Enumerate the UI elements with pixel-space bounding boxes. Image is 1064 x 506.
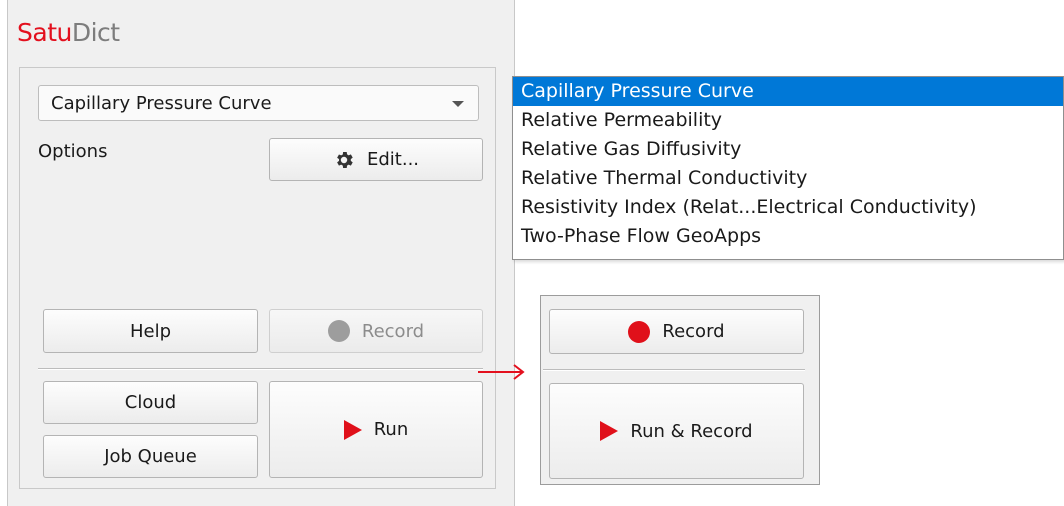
run-and-record-label: Run & Record xyxy=(630,420,753,442)
chevron-down-icon xyxy=(452,101,464,107)
play-icon xyxy=(600,421,619,441)
job-queue-label: Job Queue xyxy=(104,446,197,467)
dropdown-option[interactable]: Relative Permeability xyxy=(513,106,1063,135)
cloud-label: Cloud xyxy=(124,392,177,413)
record-button[interactable]: Record xyxy=(549,309,804,354)
play-icon xyxy=(343,419,362,440)
record-label: Record xyxy=(662,321,725,342)
run-and-record-button[interactable]: Run & Record xyxy=(549,383,804,479)
cloud-button[interactable]: Cloud xyxy=(43,381,258,424)
help-button[interactable]: Help xyxy=(43,309,258,353)
plugin-selector-value: Capillary Pressure Curve xyxy=(51,93,272,114)
dropdown-option[interactable]: Relative Gas Diffusivity xyxy=(513,135,1063,164)
record-dot-icon xyxy=(628,320,651,343)
divider xyxy=(543,369,805,371)
record-label: Record xyxy=(361,320,425,342)
record-dot-icon xyxy=(327,320,350,342)
edit-options-button[interactable]: Edit... xyxy=(269,138,483,181)
record-button-disabled[interactable]: Record xyxy=(269,309,483,353)
dropdown-option[interactable]: Two-Phase Flow GeoApps xyxy=(513,222,1063,251)
job-queue-button[interactable]: Job Queue xyxy=(43,435,258,478)
app-title: SatuDict xyxy=(17,18,120,47)
run-button[interactable]: Run xyxy=(269,381,483,478)
plugin-selector[interactable]: Capillary Pressure Curve xyxy=(38,85,479,121)
divider xyxy=(38,368,483,370)
dropdown-option[interactable]: Resistivity Index (Relat...Electrical Co… xyxy=(513,193,1063,222)
gear-icon xyxy=(337,151,353,168)
app-title-rest: Dict xyxy=(71,18,120,47)
dropdown-option[interactable]: Capillary Pressure Curve xyxy=(513,77,1063,106)
plugin-dropdown-list: Capillary Pressure Curve Relative Permea… xyxy=(512,76,1064,260)
help-label: Help xyxy=(129,320,172,342)
dropdown-option[interactable]: Relative Thermal Conductivity xyxy=(513,164,1063,193)
run-label: Run xyxy=(373,419,409,440)
edit-options-label: Edit... xyxy=(366,149,420,170)
options-label: Options xyxy=(38,141,108,162)
app-title-brand: Satu xyxy=(17,18,72,47)
arrow-right-icon xyxy=(478,364,525,380)
